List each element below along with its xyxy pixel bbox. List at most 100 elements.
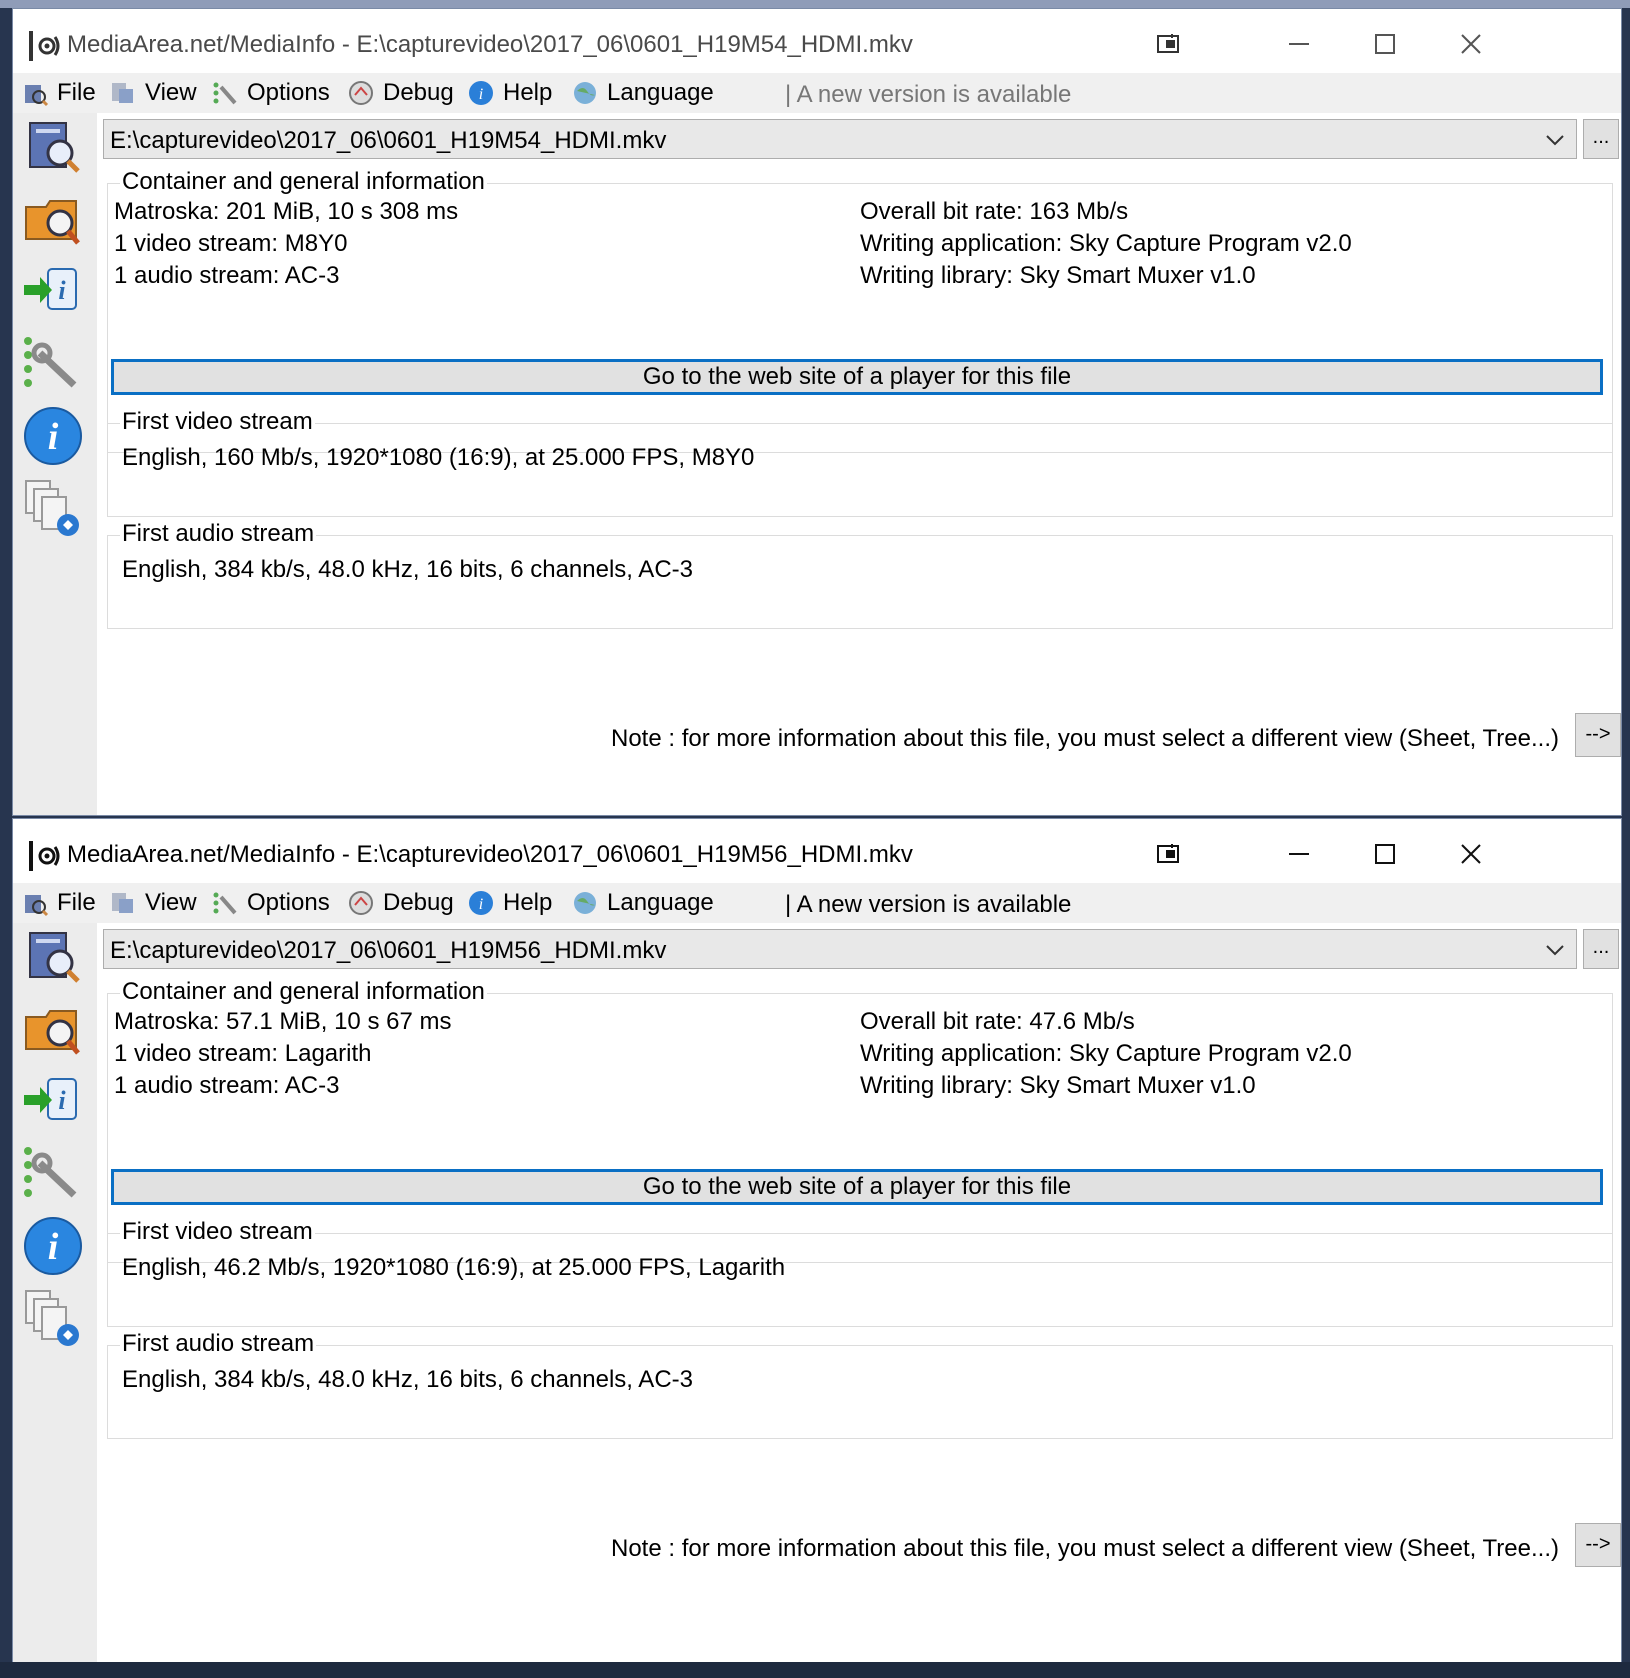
title-bar[interactable]: MediaArea.net/MediaInfo - E:\capturevide… [13,9,1621,73]
svg-text:i: i [48,1226,59,1268]
window-title: MediaArea.net/MediaInfo - E:\capturevide… [67,31,913,58]
player-website-button[interactable]: Go to the web site of a player for this … [111,359,1603,395]
menu-language[interactable]: Language [571,77,714,109]
menu-view-label: View [145,79,197,106]
preferences-icon[interactable] [20,331,86,397]
browse-button[interactable]: ... [1583,119,1619,159]
menu-file[interactable]: File [21,887,96,919]
menu-debug-label: Debug [383,79,454,106]
menu-debug[interactable]: Debug [347,77,454,109]
language-icon [574,892,596,914]
maximize-button[interactable] [1355,21,1415,67]
general-info-line: Overall bit rate: 163 Mb/s [860,198,1129,225]
general-info-legend: Container and general information [120,978,487,1006]
dropdown-chevron-icon[interactable] [1544,940,1566,960]
window-title: MediaArea.net/MediaInfo - E:\capturevide… [67,841,913,868]
menu-options-label: Options [247,79,330,106]
minimize-icon [1289,853,1309,855]
easy-view-panel: E:\capturevideo\2017_06\0601_H19M56_HDMI… [97,923,1621,1663]
general-info-line: Writing application: Sky Capture Program… [860,1040,1352,1067]
menu-options[interactable]: Options [211,77,330,109]
svg-text:i: i [58,276,66,305]
export-icon[interactable]: i [20,1069,86,1135]
menu-debug-label: Debug [383,889,454,916]
video-stream-legend: First video stream [120,1218,315,1246]
options-icon [213,82,237,105]
maximize-icon [1375,34,1395,54]
open-file-icon[interactable] [20,925,86,991]
tablet-mode-button[interactable] [1139,21,1199,67]
menu-language-label: Language [607,889,714,916]
close-button[interactable] [1441,831,1501,877]
audio-stream-group: First audio stream English, 384 kb/s, 48… [107,1330,1613,1439]
menu-view[interactable]: View [109,887,197,919]
video-stream-group: First video stream English, 46.2 Mb/s, 1… [107,1218,1613,1327]
file-path-text: E:\capturevideo\2017_06\0601_H19M54_HDMI… [110,127,667,154]
open-folder-icon[interactable] [20,997,86,1063]
about-icon[interactable]: i [20,1213,86,1279]
close-icon [1461,844,1481,864]
menu-options[interactable]: Options [211,887,330,919]
video-stream-group: First video stream English, 160 Mb/s, 19… [107,408,1613,517]
file-path-combobox[interactable]: E:\capturevideo\2017_06\0601_H19M56_HDMI… [103,929,1577,969]
toolbar-left: i i [13,923,97,1663]
about-icon[interactable]: i [20,403,86,469]
audio-stream-group: First audio stream English, 384 kb/s, 48… [107,520,1613,629]
new-version-link[interactable]: | A new version is available [785,891,1071,919]
browse-button[interactable]: ... [1583,929,1619,969]
close-button[interactable] [1441,21,1501,67]
menu-help-label: Help [503,79,553,106]
general-info-group: Container and general information Matros… [107,978,1613,1263]
minimize-button[interactable] [1269,21,1329,67]
menu-debug[interactable]: Debug [347,887,454,919]
menu-help[interactable]: i Help [467,887,552,919]
svg-text:i: i [479,86,483,103]
open-folder-icon[interactable] [20,187,86,253]
menu-view[interactable]: View [109,77,197,109]
video-stream-summary: English, 46.2 Mb/s, 1920*1080 (16:9), at… [122,1254,786,1281]
general-info-line: Overall bit rate: 47.6 Mb/s [860,1008,1135,1035]
next-view-button[interactable]: --> [1575,1523,1621,1567]
menu-language[interactable]: Language [571,887,714,919]
debug-icon [349,81,373,105]
file-path-combobox[interactable]: E:\capturevideo\2017_06\0601_H19M54_HDMI… [103,119,1577,159]
video-stream-summary: English, 160 Mb/s, 1920*1080 (16:9), at … [122,444,755,471]
general-info-line: Writing application: Sky Capture Program… [860,230,1352,257]
general-info-line: 1 audio stream: AC-3 [114,1072,340,1099]
mediainfo-window-2: MediaArea.net/MediaInfo - E:\capturevide… [12,818,1622,1664]
maximize-button[interactable] [1355,831,1415,877]
general-info-legend: Container and general information [120,168,487,196]
easy-view-panel: E:\capturevideo\2017_06\0601_H19M54_HDMI… [97,113,1621,815]
menu-bar: File View Options Debug i Help Language … [13,883,1621,923]
menu-file-label: File [57,889,96,916]
file-open-icon [25,895,49,917]
new-version-link[interactable]: | A new version is available [785,81,1071,109]
audio-stream-summary: English, 384 kb/s, 48.0 kHz, 16 bits, 6 … [122,1366,693,1393]
preferences-icon[interactable] [20,1141,86,1207]
tablet-mode-icon [1157,844,1179,863]
options-icon [213,892,237,915]
tablet-mode-button[interactable] [1139,831,1199,877]
app-logo-icon [29,31,60,61]
mediainfo-window-1: MediaArea.net/MediaInfo - E:\capturevide… [12,8,1622,816]
title-bar[interactable]: MediaArea.net/MediaInfo - E:\capturevide… [13,819,1621,883]
menu-help[interactable]: i Help [467,77,552,109]
knowledge-base-icon[interactable] [20,475,86,541]
svg-text:i: i [479,896,483,913]
open-file-icon[interactable] [20,115,86,181]
minimize-button[interactable] [1269,831,1329,877]
knowledge-base-icon[interactable] [20,1285,86,1351]
svg-text:i: i [58,1086,66,1115]
next-view-button[interactable]: --> [1575,713,1621,757]
menu-view-label: View [145,889,197,916]
general-info-line: 1 video stream: M8Y0 [114,230,348,257]
player-website-button[interactable]: Go to the web site of a player for this … [111,1169,1603,1205]
maximize-icon [1375,844,1395,864]
menu-file[interactable]: File [21,77,96,109]
export-icon[interactable]: i [20,259,86,325]
tablet-mode-icon [1157,34,1179,53]
general-info-line: 1 video stream: Lagarith [114,1040,372,1067]
audio-stream-summary: English, 384 kb/s, 48.0 kHz, 16 bits, 6 … [122,556,693,583]
dropdown-chevron-icon[interactable] [1544,130,1566,150]
toolbar-left: i i [13,113,97,815]
